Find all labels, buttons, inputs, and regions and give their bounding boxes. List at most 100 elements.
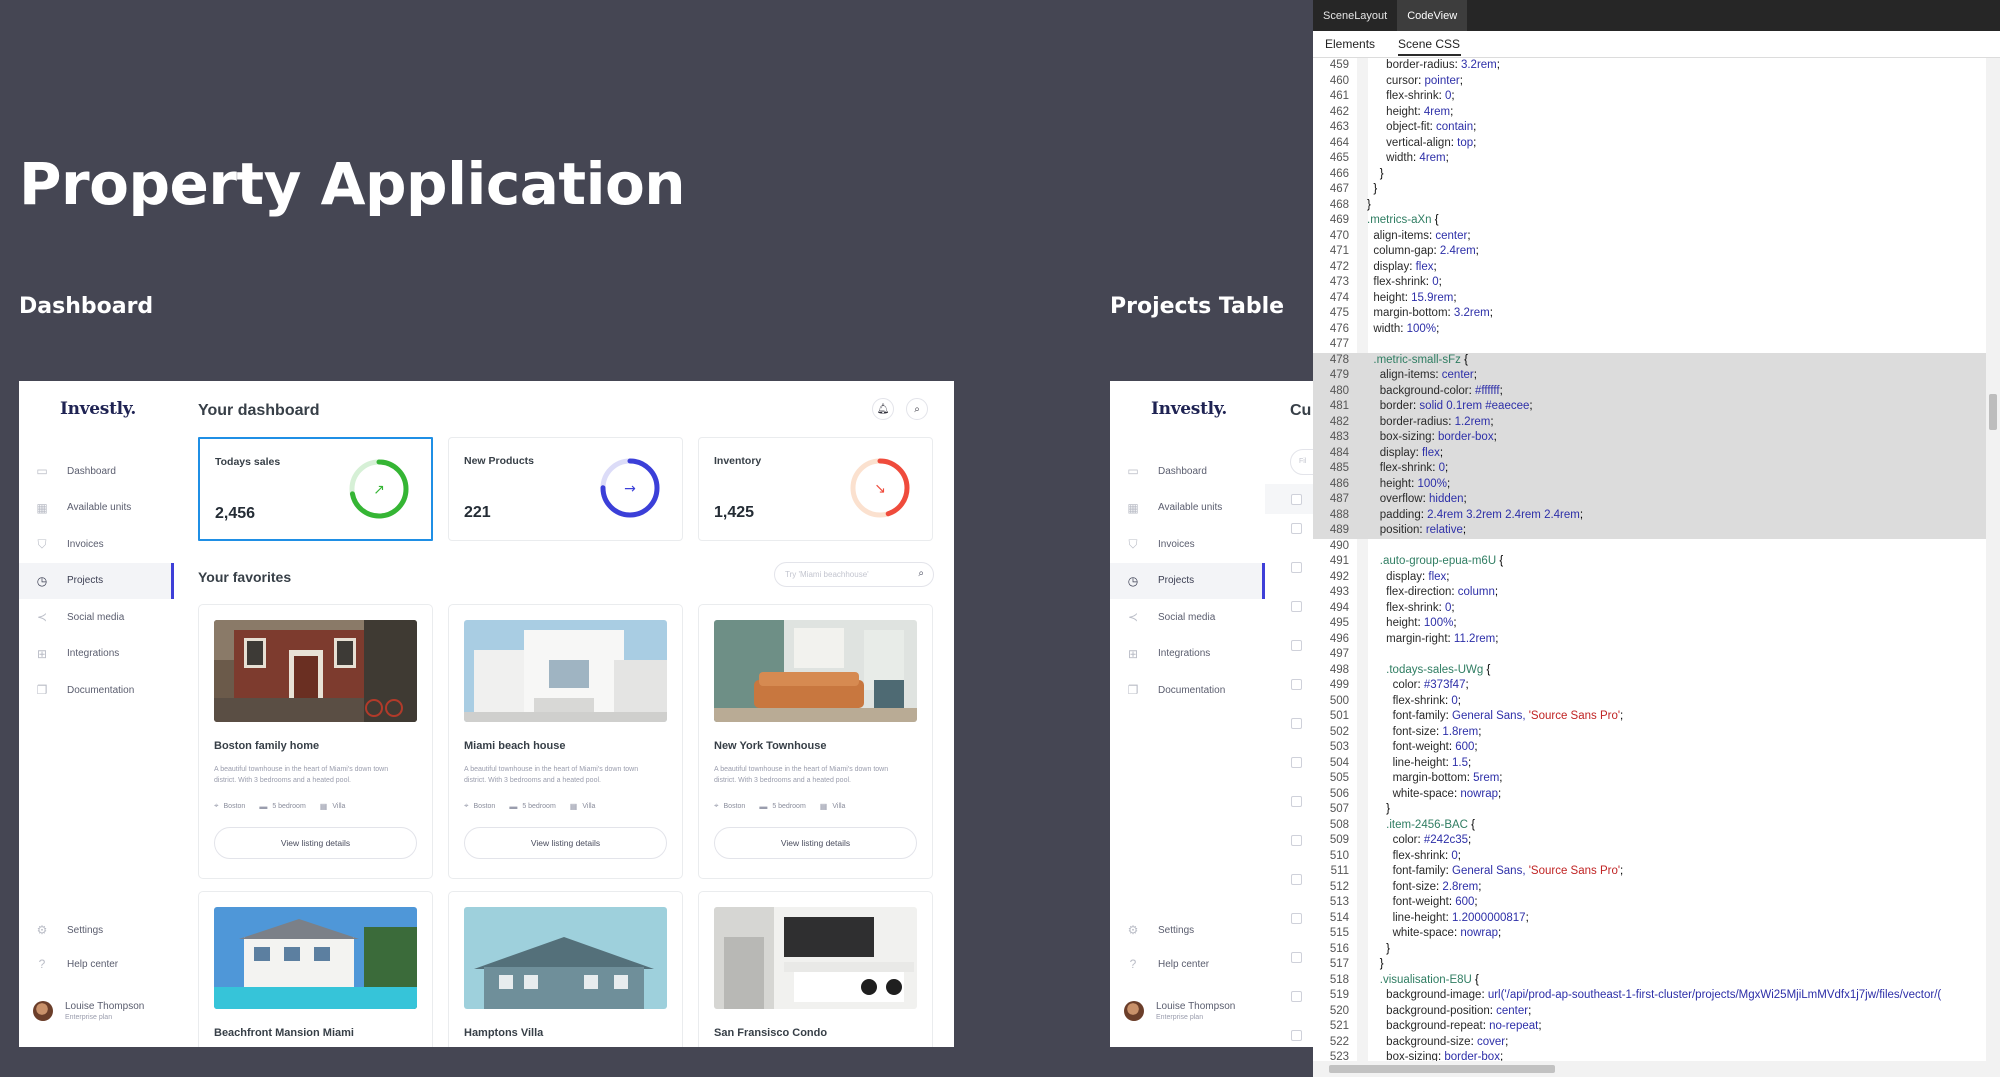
user-profile[interactable]: Louise Thompson Enterprise plan [1124,1001,1235,1021]
code-line[interactable]: 487 overflow: hidden; [1313,492,2000,508]
code-line[interactable]: 489 position: relative; [1313,523,2000,539]
code-line[interactable]: 523 box-sizing: border-box; [1313,1050,2000,1061]
code-line[interactable]: 500 flex-shrink: 0; [1313,694,2000,710]
code-line[interactable]: 465 width: 4rem; [1313,151,2000,167]
tab-elements[interactable]: Elements [1313,31,1386,58]
tab-scenelayout[interactable]: SceneLayout [1313,0,1397,31]
projects-filter-input[interactable]: Fil [1290,449,1313,475]
row-checkbox[interactable] [1291,1030,1302,1041]
code-line[interactable]: 484 display: flex; [1313,445,2000,461]
sidebar-item-documentation[interactable]: ❐ Documentation [1110,672,1265,709]
sidebar-item-dashboard[interactable]: ▭ Dashboard [19,453,174,490]
frame-label-dashboard[interactable]: Dashboard [19,294,153,319]
metric-card-new-products[interactable]: New Products 221 → [448,437,683,541]
code-line[interactable]: 477 [1313,337,2000,353]
sidebar-item-documentation[interactable]: ❐ Documentation [19,672,174,709]
horizontal-scrollbar[interactable] [1313,1061,2000,1077]
row-checkbox[interactable] [1291,562,1302,573]
row-checkbox[interactable] [1291,679,1302,690]
code-line[interactable]: 517 } [1313,957,2000,973]
code-line[interactable]: 461 flex-shrink: 0; [1313,89,2000,105]
code-line[interactable]: 511 font-family: General Sans, 'Source S… [1313,864,2000,880]
code-line[interactable]: 508 .item-2456-BAC { [1313,818,2000,834]
code-line[interactable]: 515 white-space: nowrap; [1313,926,2000,942]
code-line[interactable]: 463 object-fit: contain; [1313,120,2000,136]
code-line[interactable]: 522 background-size: cover; [1313,1035,2000,1051]
code-line[interactable]: 474 height: 15.9rem; [1313,291,2000,307]
code-line[interactable]: 469 .metrics-aXn { [1313,213,2000,229]
vertical-scrollbar[interactable] [1986,58,2000,1061]
row-checkbox[interactable] [1291,991,1302,1002]
code-line[interactable]: 491 .auto-group-epua-m6U { [1313,554,2000,570]
code-line[interactable]: 501 font-family: General Sans, 'Source S… [1313,709,2000,725]
row-checkbox[interactable] [1291,835,1302,846]
code-line[interactable]: 519 background-image: url('/api/prod-ap-… [1313,988,2000,1004]
property-card-miami[interactable]: Miami beach house A beautiful townhouse … [448,604,683,879]
code-line[interactable]: 516 } [1313,942,2000,958]
sidebar-item-integrations[interactable]: ⊞ Integrations [1110,636,1265,673]
logo[interactable]: Investly. [1151,399,1227,419]
sidebar-item-available-units[interactable]: ▦ Available units [1110,490,1265,527]
code-line[interactable]: 504 line-height: 1.5; [1313,756,2000,772]
sidebar-item-settings[interactable]: ⚙ Settings [1110,913,1265,947]
row-checkbox[interactable] [1291,640,1302,651]
code-line[interactable]: 479 align-items: center; [1313,368,2000,384]
code-line[interactable]: 514 line-height: 1.2000000817; [1313,911,2000,927]
design-canvas[interactable]: Property Application Dashboard Projects … [0,0,1313,1077]
sidebar-item-help-center[interactable]: ? Help center [1110,947,1265,981]
code-line[interactable]: 498 .todays-sales-UWg { [1313,663,2000,679]
code-line[interactable]: 468} [1313,198,2000,214]
code-line[interactable]: 509 color: #242c35; [1313,833,2000,849]
metric-card-todays-sales[interactable]: Todays sales 2,456 ↗ [198,437,433,541]
property-card-boston[interactable]: Boston family home A beautiful townhouse… [198,604,433,879]
code-line[interactable]: 507 } [1313,802,2000,818]
tab-codeview[interactable]: CodeView [1397,0,1468,31]
property-card-san-fransisco-condo[interactable]: San Fransisco Condo [698,891,933,1047]
sidebar-item-available-units[interactable]: ▦ Available units [19,490,174,527]
code-line[interactable]: 466 } [1313,167,2000,183]
favorites-search-input[interactable]: Try 'Miami beachhouse' ⌕ [774,562,934,587]
code-line[interactable]: 475 margin-bottom: 3.2rem; [1313,306,2000,322]
row-checkbox[interactable] [1291,601,1302,612]
user-profile[interactable]: Louise Thompson Enterprise plan [33,1001,144,1021]
view-listing-button[interactable]: View listing details [214,827,417,859]
property-card-hamptons-villa[interactable]: Hamptons Villa [448,891,683,1047]
code-line[interactable]: 505 margin-bottom: 5rem; [1313,771,2000,787]
sidebar-item-invoices[interactable]: ⛉ Invoices [19,526,174,563]
code-line[interactable]: 467 } [1313,182,2000,198]
view-listing-button[interactable]: View listing details [464,827,667,859]
code-line[interactable]: 470 align-items: center; [1313,229,2000,245]
code-line[interactable]: 481 border: solid 0.1rem #eaecee; [1313,399,2000,415]
select-all-checkbox[interactable] [1291,494,1302,505]
code-line[interactable]: 490 [1313,539,2000,555]
logo[interactable]: Investly. [60,399,136,419]
search-button[interactable]: ⌕ [906,398,928,420]
metric-card-inventory[interactable]: Inventory 1,425 ↘ [698,437,933,541]
row-checkbox[interactable] [1291,757,1302,768]
sidebar-item-dashboard[interactable]: ▭ Dashboard [1110,453,1265,490]
view-listing-button[interactable]: View listing details [714,827,917,859]
code-line[interactable]: 476 width: 100%; [1313,322,2000,338]
code-editor[interactable]: 459 border-radius: 3.2rem; 460 cursor: po… [1313,58,2000,1061]
code-line[interactable]: 485 flex-shrink: 0; [1313,461,2000,477]
code-line[interactable]: 486 height: 100%; [1313,476,2000,492]
tab-scene-css[interactable]: Scene CSS [1386,31,1471,58]
projects-table-frame[interactable]: Investly. ▭ Dashboard ▦ Available units ⛉ I… [1110,381,1313,1047]
dashboard-frame[interactable]: Investly. ▭ Dashboard ▦ Available units ⛉ I… [19,381,954,1047]
sidebar-item-integrations[interactable]: ⊞ Integrations [19,636,174,673]
sidebar-item-projects[interactable]: ◷ Projects [1110,562,1265,599]
code-line[interactable]: 459 border-radius: 3.2rem; [1313,58,2000,74]
code-line[interactable]: 502 font-size: 1.8rem; [1313,725,2000,741]
code-line[interactable]: 496 margin-right: 11.2rem; [1313,632,2000,648]
code-line[interactable]: 503 font-weight: 600; [1313,740,2000,756]
row-checkbox[interactable] [1291,718,1302,729]
code-line[interactable]: 473 flex-shrink: 0; [1313,275,2000,291]
code-line[interactable]: 480 background-color: #ffffff; [1313,383,2000,399]
code-line[interactable]: 499 color: #373f47; [1313,678,2000,694]
code-line[interactable]: 482 border-radius: 1.2rem; [1313,414,2000,430]
scrollbar-thumb[interactable] [1989,394,1997,430]
code-line[interactable]: 492 display: flex; [1313,570,2000,586]
scrollbar-thumb[interactable] [1329,1065,1555,1073]
row-checkbox[interactable] [1291,913,1302,924]
code-line[interactable]: 518 .visualisation-E8U { [1313,973,2000,989]
